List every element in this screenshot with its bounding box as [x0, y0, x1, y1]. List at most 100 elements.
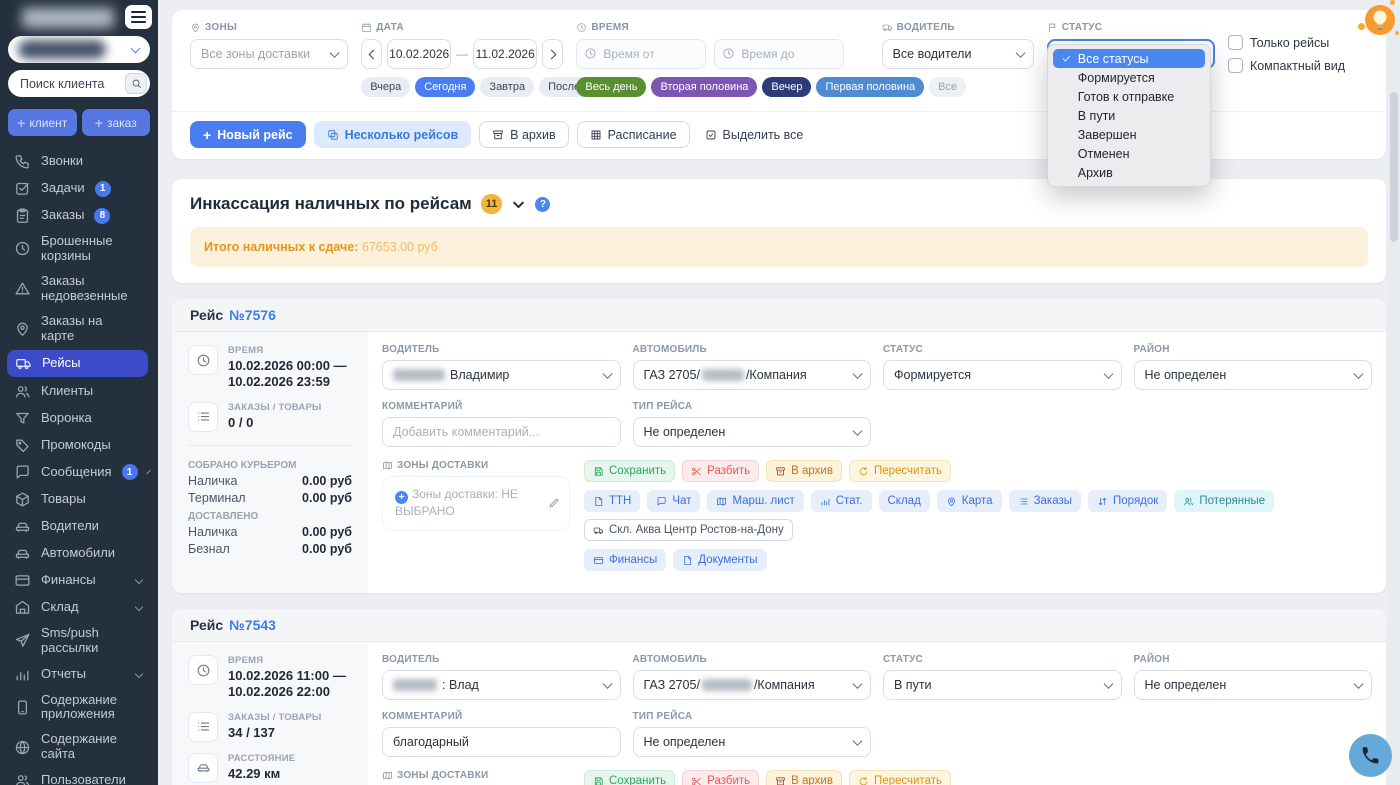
status-select[interactable]: В пути [883, 670, 1122, 700]
time-pill-evening[interactable]: Вечер [762, 77, 811, 97]
trip-number-link[interactable]: №7576 [229, 307, 276, 323]
to-archive-button[interactable]: В архив [766, 460, 842, 482]
delivery-zones-box[interactable]: +Зоны доставки: НЕ ВЫБРАНО [382, 476, 570, 531]
chevron-down-icon[interactable] [511, 197, 526, 212]
driver-filter-select[interactable]: Все водители [882, 39, 1034, 69]
edit-pencil-icon[interactable] [548, 497, 560, 509]
compact-view-checkbox[interactable]: Компактный вид [1228, 58, 1368, 73]
district-select[interactable]: Не определен [1134, 670, 1373, 700]
vehicle-select[interactable]: ГАЗ 2705//Компания [633, 670, 872, 700]
sidebar-item-trips[interactable]: Рейсы [7, 350, 148, 377]
driver-select[interactable]: : Влад [382, 670, 621, 700]
driver-select[interactable]: Владимир [382, 360, 621, 390]
vehicle-select[interactable]: ГАЗ 2705//Компания [633, 360, 872, 390]
split-button[interactable]: Разбить [682, 770, 759, 785]
district-select[interactable]: Не определен [1134, 360, 1373, 390]
status-option[interactable]: Отменен [1053, 144, 1205, 163]
sidebar-item-abandoned-carts[interactable]: Брошенные корзины [0, 229, 158, 269]
call-fab-button[interactable] [1349, 734, 1392, 777]
search-input[interactable] [20, 77, 125, 91]
date-pill-yesterday[interactable]: Вчера [361, 77, 410, 97]
to-archive-button[interactable]: В архив [766, 770, 842, 785]
date-next-button[interactable] [542, 39, 563, 69]
sidebar-item-finances[interactable]: Финансы [0, 567, 158, 594]
sidebar-item-orders[interactable]: Заказы8 [0, 202, 158, 229]
status-select[interactable]: Формируется [883, 360, 1122, 390]
sidebar-item-undelivered-orders[interactable]: Заказы недовезенные [0, 269, 158, 309]
add-order-button[interactable]: +заказ [82, 109, 151, 136]
sidebar-item-warehouse[interactable]: Склад [0, 594, 158, 621]
new-trip-button[interactable]: +Новый рейс [190, 121, 306, 148]
ttn-button[interactable]: ТТН [584, 490, 640, 512]
orders-button[interactable]: Заказы [1009, 490, 1081, 512]
stats-button[interactable]: Стат. [811, 490, 872, 512]
route-sheet-button[interactable]: Марш. лист [707, 490, 803, 512]
lost-button[interactable]: Потерянные [1174, 490, 1274, 512]
documents-button[interactable]: Документы [673, 549, 766, 571]
add-client-button[interactable]: +клиент [8, 109, 77, 136]
sidebar-item-sms-push[interactable]: Sms/push рассылки [0, 621, 158, 661]
sidebar-item-tasks[interactable]: Задачи1 [0, 175, 158, 202]
sidebar-item-clients[interactable]: Клиенты [0, 378, 158, 405]
order-sequence-button[interactable]: Порядок [1088, 490, 1167, 512]
sidebar-item-calls[interactable]: Звонки [0, 148, 158, 175]
select-all-button[interactable]: Выделить все [698, 121, 811, 148]
multiple-trips-button[interactable]: Несколько рейсов [314, 121, 472, 148]
map-button[interactable]: Карта [937, 490, 1002, 512]
vehicle-label: Автомобиль [633, 654, 872, 665]
hint-lightbulb-icon[interactable] [1360, 1, 1398, 39]
date-from-input[interactable] [387, 39, 451, 69]
sidebar-item-reports[interactable]: Отчеты [0, 661, 158, 688]
trip-number-link[interactable]: №7543 [229, 617, 276, 633]
recalculate-button[interactable]: Пересчитать [849, 460, 951, 482]
trip-type-select[interactable]: Не определен [633, 417, 872, 447]
time-pill-all-day[interactable]: Весь день [576, 77, 646, 97]
status-option[interactable]: Все статусы [1053, 49, 1205, 68]
date-pill-today[interactable]: Сегодня [415, 77, 475, 97]
chevron-down-icon [146, 470, 151, 475]
archive-button[interactable]: В архив [479, 121, 568, 148]
status-option[interactable]: Завершен [1053, 125, 1205, 144]
status-option[interactable]: Готов к отправке [1053, 87, 1205, 106]
sidebar-item-site-content[interactable]: Содержание сайта [0, 727, 158, 767]
date-to-input[interactable] [473, 39, 537, 69]
scrollbar-thumb[interactable] [1390, 92, 1398, 242]
split-button[interactable]: Разбить [682, 460, 759, 482]
account-dropdown[interactable] [8, 36, 150, 63]
sidebar-item-label: Содержание приложения [41, 693, 137, 723]
chat-button[interactable]: Чат [647, 490, 700, 512]
help-icon[interactable]: ? [535, 197, 550, 212]
sidebar-item-orders-on-map[interactable]: Заказы на карте [0, 309, 158, 349]
sidebar-item-users[interactable]: Пользователи [0, 767, 158, 785]
sidebar-item-products[interactable]: Товары [0, 486, 158, 513]
scrollbar-track[interactable] [1388, 0, 1400, 785]
warehouse-button[interactable]: Склад [879, 490, 930, 512]
sidebar-item-promocodes[interactable]: Промокоды [0, 432, 158, 459]
recalculate-button[interactable]: Пересчитать [849, 770, 951, 785]
clock-icon-tile [188, 655, 218, 685]
date-pill-tomorrow[interactable]: Завтра [480, 77, 534, 97]
warehouse-aqua-button[interactable]: Скл. Аква Центр Ростов-на-Дону [584, 519, 793, 541]
status-option[interactable]: Архив [1053, 163, 1205, 182]
save-button[interactable]: Сохранить [584, 460, 675, 482]
status-option[interactable]: Формируется [1053, 68, 1205, 87]
save-button[interactable]: Сохранить [584, 770, 675, 785]
date-prev-button[interactable] [361, 39, 382, 69]
finances-button[interactable]: Финансы [584, 549, 666, 571]
sidebar-item-drivers[interactable]: Водители [0, 513, 158, 540]
trip-stat: Время10.02.2026 00:00 — 10.02.2026 23:59 [188, 345, 352, 391]
sidebar-item-vehicles[interactable]: Автомобили [0, 540, 158, 567]
sidebar-item-funnel[interactable]: Воронка [0, 405, 158, 432]
sidebar-item-app-content[interactable]: Содержание приложения [0, 688, 158, 728]
trips-only-checkbox[interactable]: Только рейсы [1228, 35, 1368, 50]
zones-select[interactable]: Все зоны доставки [190, 39, 348, 69]
sidebar-item-messages[interactable]: Сообщения1 [0, 459, 158, 486]
search-button[interactable] [125, 73, 147, 94]
time-pill-second-half[interactable]: Вторая половина [651, 77, 757, 97]
trip-type-select[interactable]: Не определен [633, 727, 872, 757]
comment-input[interactable] [382, 417, 621, 447]
comment-input[interactable] [382, 727, 621, 757]
schedule-button[interactable]: Расписание [577, 121, 690, 148]
status-option[interactable]: В пути [1053, 106, 1205, 125]
hamburger-menu-button[interactable] [125, 5, 152, 29]
